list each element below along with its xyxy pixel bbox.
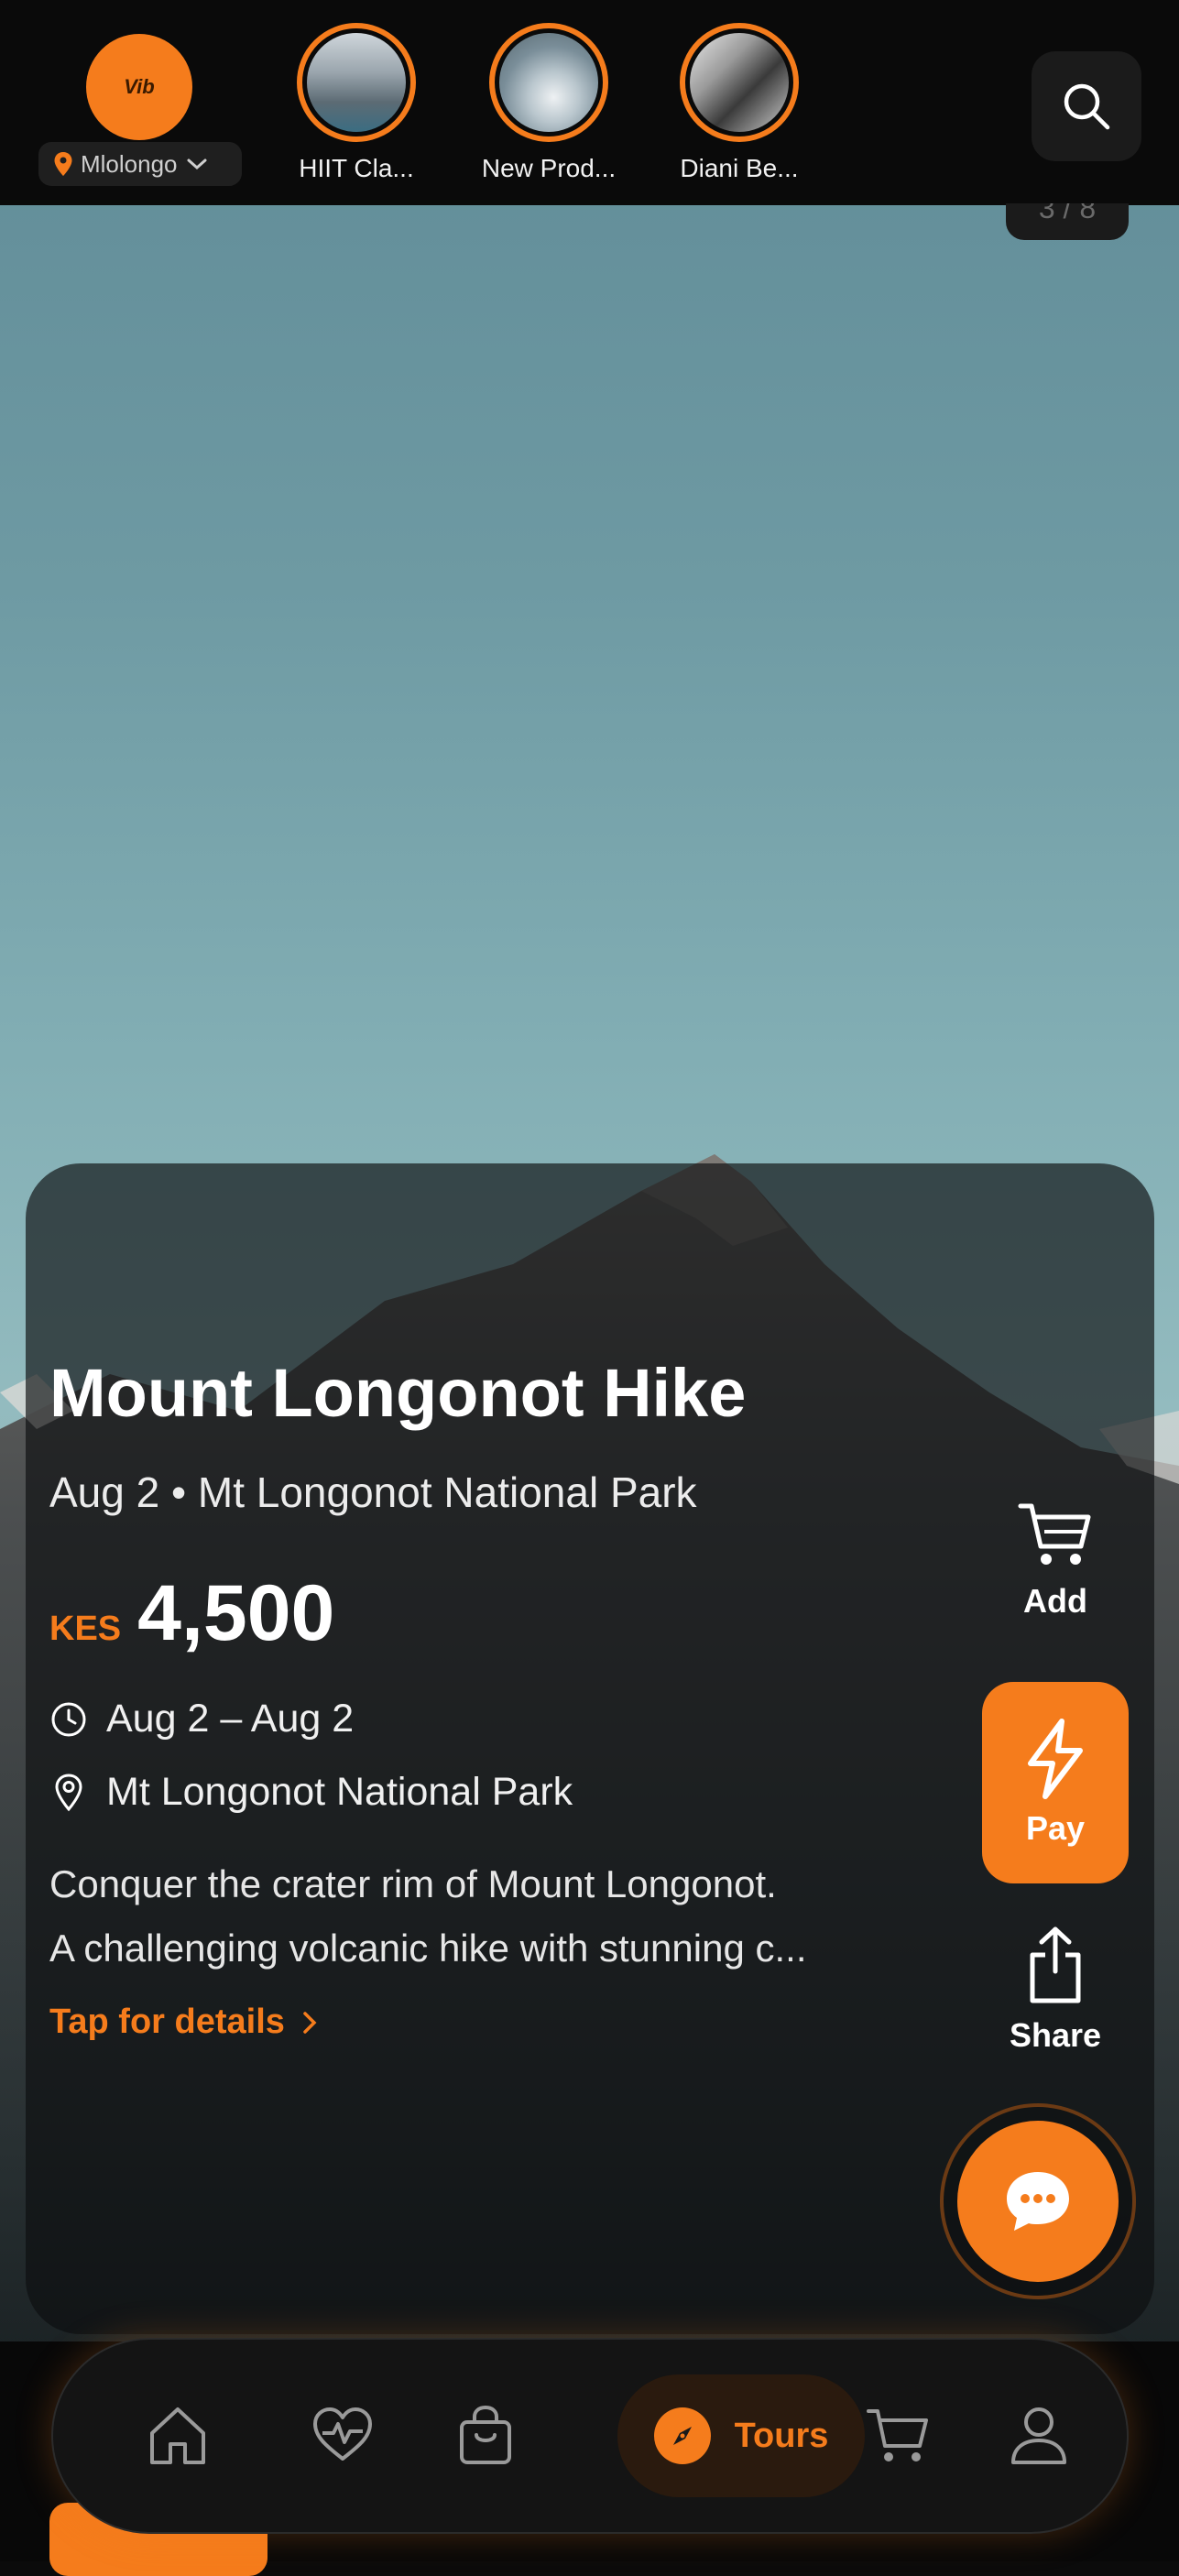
search-button[interactable] (1032, 51, 1141, 161)
chevron-down-icon (187, 158, 207, 170)
nav-tours[interactable]: Tours (617, 2374, 865, 2497)
user-icon (1011, 2407, 1066, 2464)
chevron-right-icon (303, 2011, 317, 2034)
description-line-1: Conquer the crater rim of Mount Longonot… (49, 1862, 777, 1905)
story-new-product[interactable] (489, 23, 608, 142)
chat-bubble-icon (1007, 2172, 1069, 2231)
story-thumbnail (499, 33, 598, 132)
slide-counter: 3 / 8 (1006, 203, 1129, 240)
price-currency: KES (49, 1610, 122, 1648)
event-venue: Mt Longonot National Park (106, 1770, 573, 1814)
share-icon (1030, 1927, 1081, 2003)
event-venue-row: Mt Longonot National Park (49, 1770, 573, 1815)
shopping-bag-icon (460, 2405, 511, 2464)
details-link-label: Tap for details (49, 2003, 285, 2041)
story-thumbnail (690, 33, 789, 132)
nav-profile[interactable] (993, 2389, 1085, 2481)
home-icon (150, 2407, 205, 2464)
lightning-icon (1028, 1719, 1083, 1799)
compass-icon (672, 2427, 692, 2445)
nav-cart[interactable] (852, 2389, 944, 2481)
event-description: Conquer the crater rim of Mount Longonot… (49, 1852, 929, 1981)
chat-button-inner (957, 2121, 1119, 2282)
nav-shop[interactable] (440, 2389, 531, 2481)
story-diani-beach[interactable] (680, 23, 799, 142)
event-dates-row: Aug 2 – Aug 2 (49, 1697, 354, 1741)
share-button[interactable]: Share (982, 1924, 1129, 2055)
description-line-2: A challenging volcanic hike with stunnin… (49, 1927, 807, 1970)
price: KES 4,500 (49, 1568, 334, 1659)
share-label: Share (1009, 2016, 1102, 2054)
pay-label: Pay (1025, 1809, 1086, 1847)
story-hiit-class[interactable] (297, 23, 416, 142)
event-title: Mount Longonot Hike (49, 1355, 747, 1431)
location-label: Mlolongo (81, 149, 178, 178)
add-label: Add (1023, 1582, 1087, 1620)
location-pin-icon (54, 152, 72, 176)
nav-tours-icon-bg (653, 2407, 711, 2464)
cart-icon (867, 2409, 928, 2461)
nav-tours-label: Tours (734, 2416, 829, 2455)
nav-home[interactable] (132, 2389, 224, 2481)
nav-health[interactable] (297, 2389, 388, 2481)
price-amount: 4,500 (137, 1569, 335, 1657)
bottom-nav: Tours (51, 2338, 1129, 2534)
event-subtitle: Aug 2 • Mt Longonot National Park (49, 1468, 697, 1516)
heart-pulse-icon (313, 2407, 372, 2461)
add-to-cart-button[interactable]: Add (982, 1499, 1129, 1621)
story-label-3: Diani Be... (680, 154, 799, 182)
clock-icon (51, 1702, 86, 1736)
cart-icon (1018, 1503, 1091, 1565)
story-label-1: HIIT Cla... (299, 154, 414, 182)
location-pin-icon (55, 1773, 82, 1811)
event-dates: Aug 2 – Aug 2 (106, 1697, 355, 1741)
brand-logo[interactable]: Vib (86, 34, 192, 140)
chat-button[interactable] (940, 2103, 1136, 2299)
top-bar: Vib Mlolongo HIIT Cla... New Prod... Dia… (0, 0, 1179, 205)
pay-button[interactable]: Pay (982, 1682, 1129, 1883)
story-label-2: New Prod... (481, 154, 617, 182)
search-icon (1064, 83, 1110, 130)
brand-logo-text: Vib (124, 75, 155, 98)
location-selector[interactable]: Mlolongo (38, 142, 242, 186)
story-thumbnail (307, 33, 406, 132)
details-link[interactable]: Tap for details (49, 2003, 320, 2042)
